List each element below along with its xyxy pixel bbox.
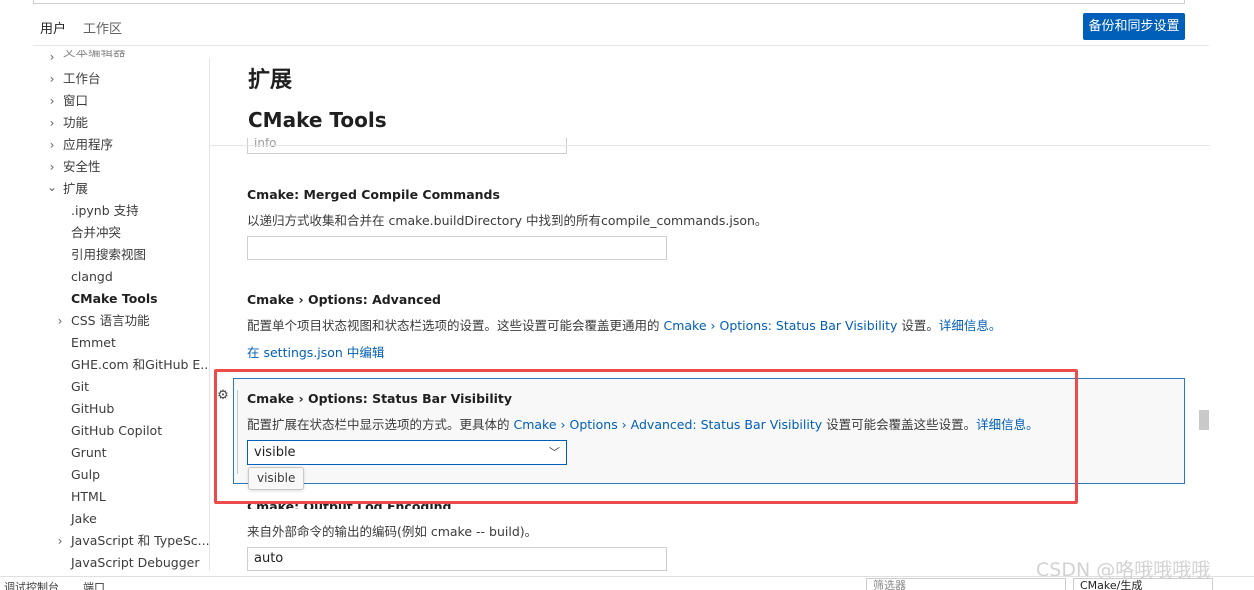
tab-ports[interactable]: 端口: [83, 579, 105, 590]
toc-item-git[interactable]: Git: [71, 377, 89, 397]
status-bar-visibility-link[interactable]: Cmake › Options: Status Bar Visibility: [663, 318, 897, 333]
scrollbar-thumb[interactable]: [1199, 410, 1209, 430]
toc-item-javascript-typescript[interactable]: JavaScript 和 TypeSc...: [71, 531, 210, 551]
chevron-down-icon: ⌄: [47, 180, 58, 194]
toc-item-ipynb[interactable]: .ipynb 支持: [71, 201, 139, 221]
setting-name: Merged Compile Commands: [303, 187, 500, 202]
toc-item-css[interactable]: CSS 语言功能: [71, 311, 150, 331]
setting-title-merged: Cmake: Merged Compile Commands: [247, 187, 500, 202]
watermark: CSDN @咯哦哦哦哦: [1036, 559, 1211, 581]
chevron-right-icon: ›: [49, 72, 55, 86]
backup-sync-button[interactable]: 备份和同步设置: [1083, 13, 1185, 40]
subsection-title: CMake Tools: [248, 108, 387, 132]
section-title: 扩展: [248, 68, 293, 93]
setting-prefix: Cmake:: [247, 187, 304, 202]
toc-item-cmake-tools[interactable]: CMake Tools: [71, 289, 158, 309]
toc-item-window[interactable]: 窗口: [63, 91, 88, 111]
toc-item-workbench[interactable]: 工作台: [63, 69, 101, 89]
toc-item-ghe[interactable]: GHE.com 和GitHub E...: [71, 355, 210, 375]
setting-title-advanced: Cmake › Options: Advanced: [247, 292, 441, 307]
toc-item-gulp[interactable]: Gulp: [71, 465, 100, 485]
toc-item-github-copilot[interactable]: GitHub Copilot: [71, 421, 162, 441]
edit-in-settings-json-link[interactable]: 在 settings.json 中编辑: [247, 342, 384, 361]
tab-workspace[interactable]: 工作区: [83, 20, 122, 46]
more-info-link[interactable]: 详细信息。: [939, 318, 1002, 333]
merged-compile-commands-input[interactable]: [247, 236, 667, 260]
toc-item-application[interactable]: 应用程序: [63, 135, 113, 155]
toc-item-emmet[interactable]: Emmet: [71, 333, 116, 353]
log-level-input[interactable]: info: [247, 138, 567, 154]
tab-debug-console[interactable]: 调试控制台: [4, 579, 59, 590]
setting-prefix: Cmake › Options:: [247, 292, 373, 307]
chevron-right-icon: ›: [49, 138, 55, 152]
setting-desc-merged: 以递归方式收集和合并在 cmake.buildDirectory 中找到的所有c…: [247, 213, 768, 228]
chevron-right-icon: ›: [57, 534, 63, 548]
toc-item-grunt[interactable]: Grunt: [71, 443, 107, 463]
tab-user[interactable]: 用户: [40, 20, 67, 46]
highlight-annotation: [214, 369, 1078, 504]
output-log-encoding-input[interactable]: auto: [247, 547, 667, 571]
chevron-right-icon: ›: [57, 314, 63, 328]
desc-text: 配置单个项目状态视图和状态栏选项的设置。这些设置可能会覆盖更通用的: [247, 318, 664, 333]
toc-item-javascript-debugger[interactable]: JavaScript Debugger: [71, 553, 200, 570]
toc-item-html[interactable]: HTML: [71, 487, 106, 507]
chevron-right-icon: ›: [49, 50, 55, 64]
toc-item-text-editor[interactable]: 文本编辑器: [63, 50, 126, 62]
toc-item-merge-conflict[interactable]: 合并冲突: [71, 223, 121, 243]
toc-item-features[interactable]: 功能: [63, 113, 88, 133]
settings-toc: › 文本编辑器 › 工作台 › 窗口 › 功能 › 应用程序 › 安全性 ⌄ 扩…: [0, 50, 210, 570]
toc-item-security[interactable]: 安全性: [63, 157, 101, 177]
toc-item-extensions[interactable]: 扩展: [63, 179, 88, 199]
chevron-right-icon: ›: [49, 94, 55, 108]
setting-desc-output-log: 来自外部命令的输出的编码(例如 cmake -- build)。: [247, 524, 538, 539]
toc-item-clangd[interactable]: clangd: [71, 267, 113, 287]
setting-desc-advanced: 配置单个项目状态视图和状态栏选项的设置。这些设置可能会覆盖更通用的 Cmake …: [247, 315, 1001, 334]
chevron-right-icon: ›: [49, 160, 55, 174]
toc-item-jake[interactable]: Jake: [71, 509, 97, 529]
settings-search-box[interactable]: [33, 0, 1185, 4]
setting-name: Advanced: [372, 292, 442, 307]
toc-item-reference-search[interactable]: 引用搜索视图: [71, 245, 146, 265]
toc-item-github[interactable]: GitHub: [71, 399, 114, 419]
sidebar-divider: [209, 58, 210, 570]
tabs-divider: [33, 45, 1209, 46]
chevron-right-icon: ›: [49, 116, 55, 130]
desc-text: 设置。: [897, 318, 939, 333]
header-divider: [210, 145, 1210, 146]
